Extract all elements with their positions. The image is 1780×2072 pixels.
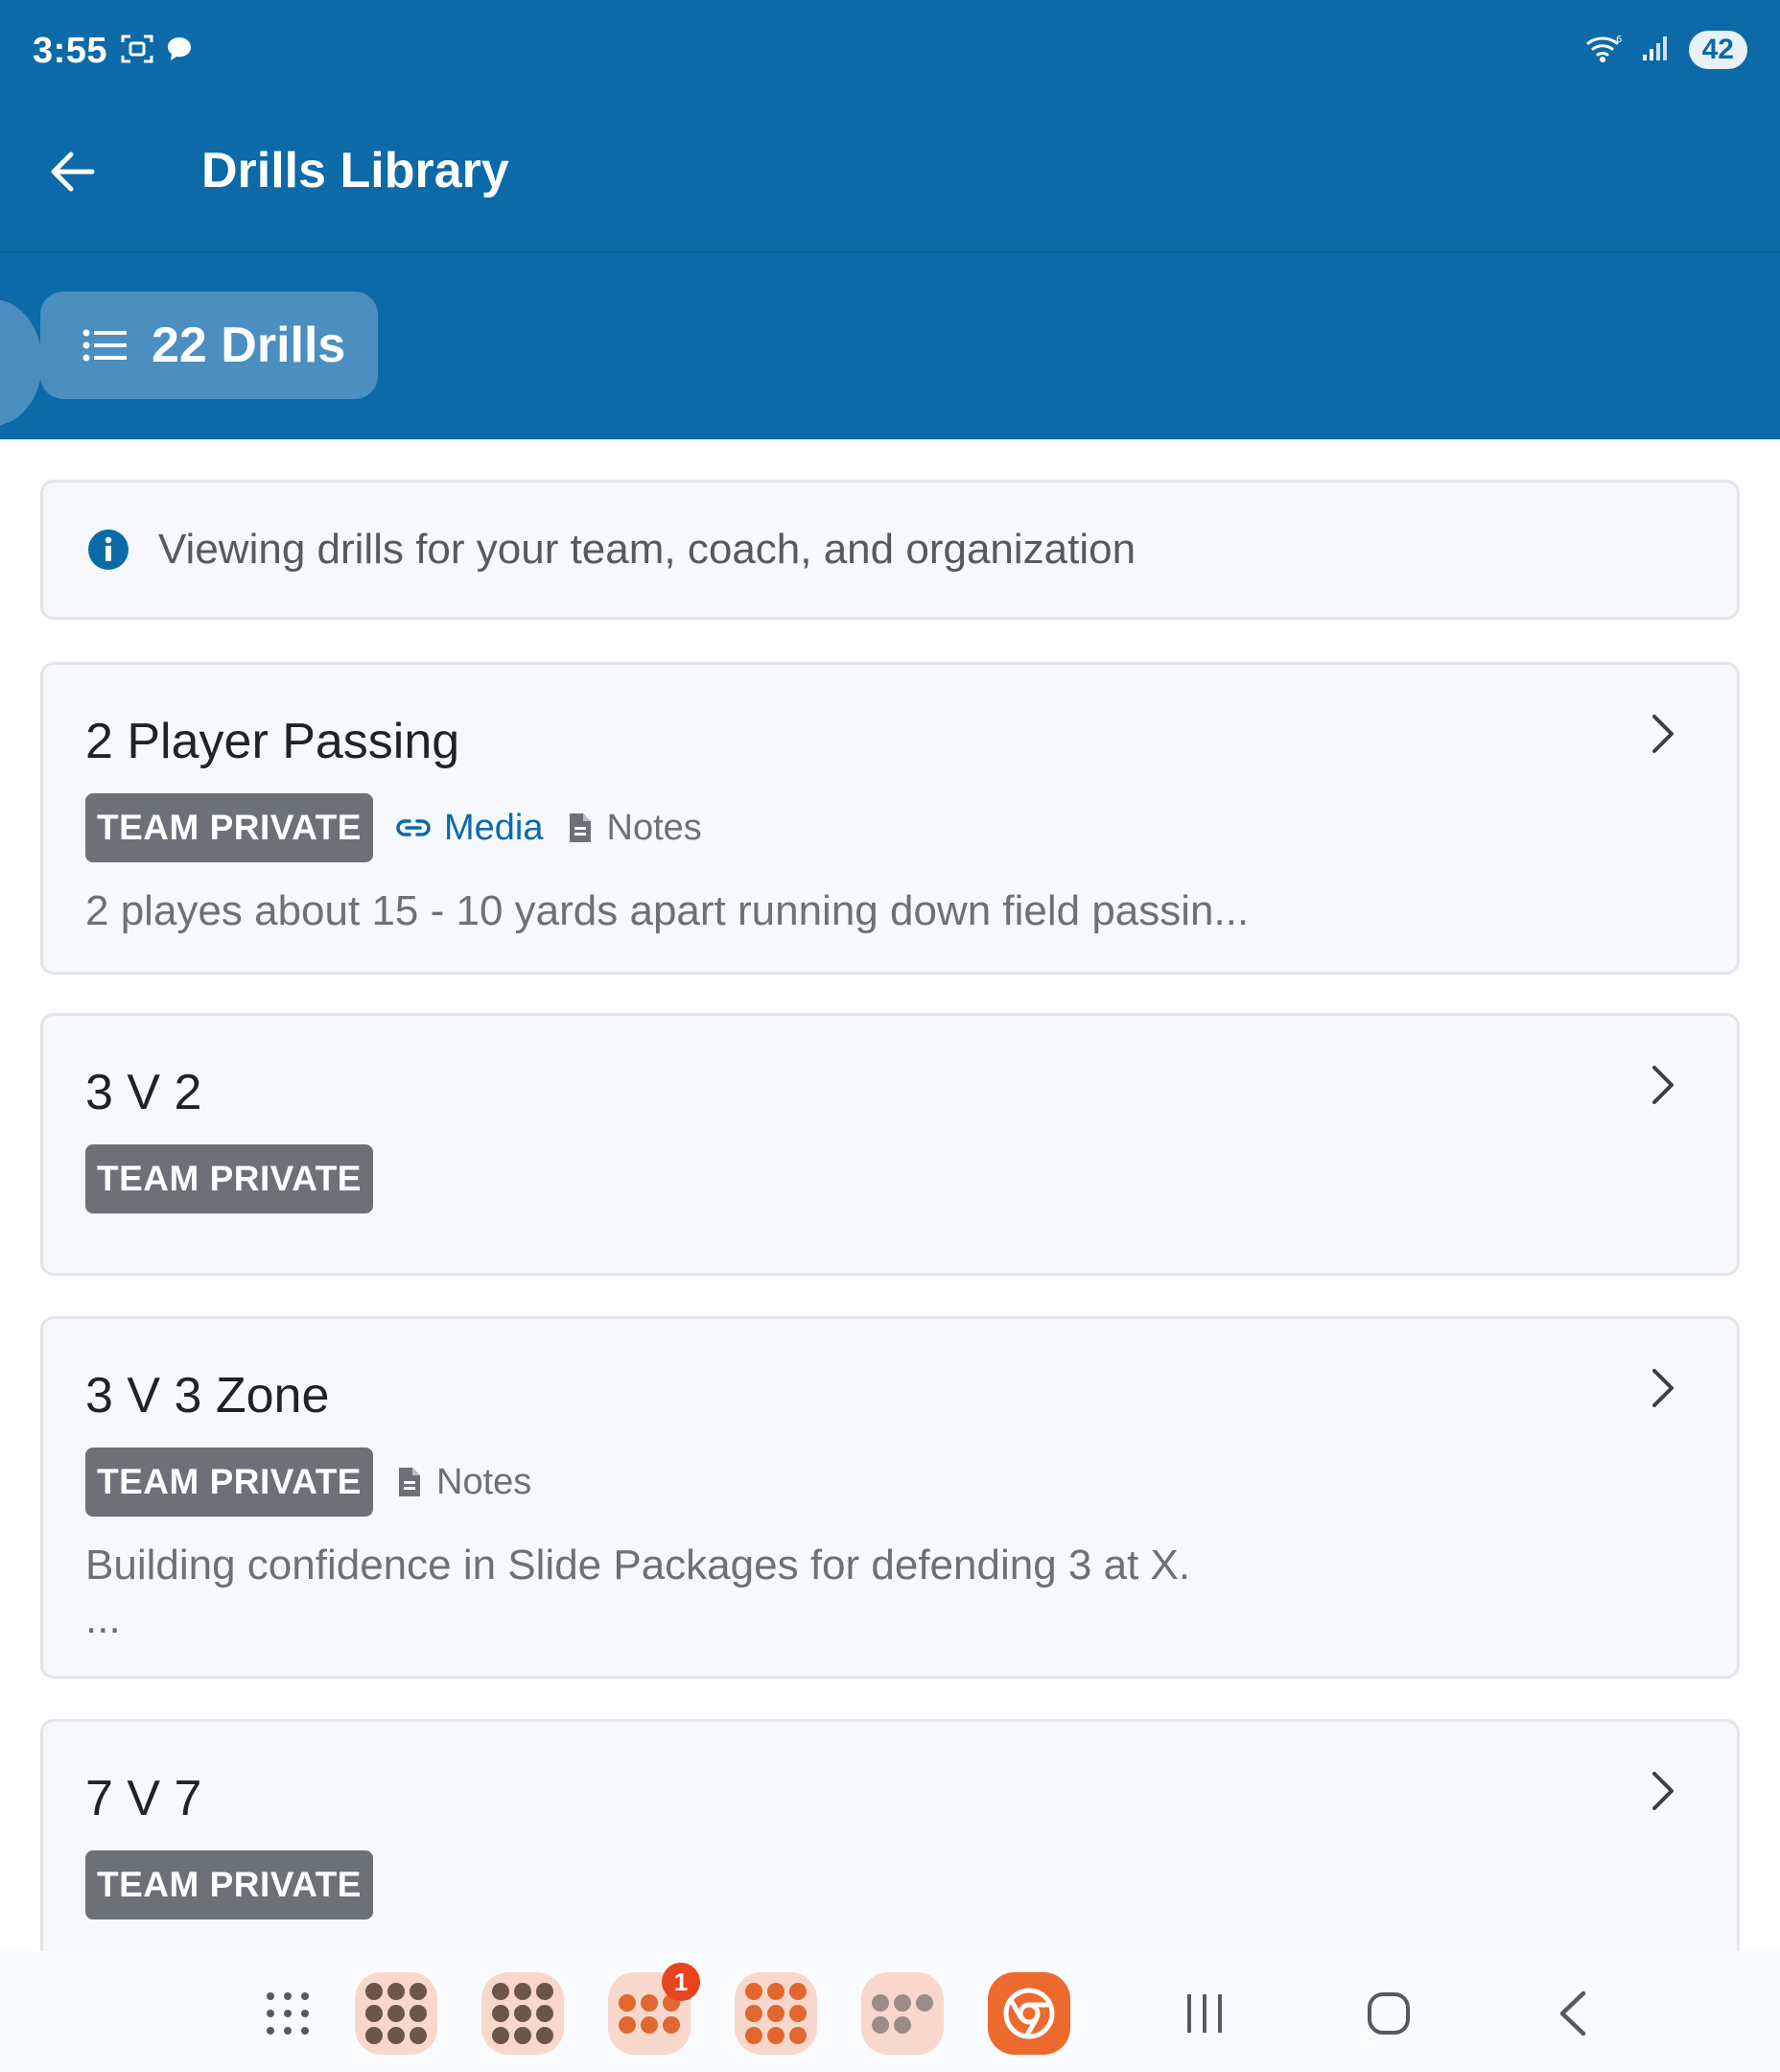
list-icon bbox=[82, 329, 127, 362]
drill-card-3-v-3-zone[interactable]: 3 V 3 Zone TEAM PRIVATE Notes Building c… bbox=[40, 1316, 1740, 1679]
system-nav-bar: 1 bbox=[0, 1951, 1780, 2072]
notes-label: Notes bbox=[436, 1461, 532, 1502]
chevron-right-icon bbox=[1652, 715, 1674, 753]
drill-title: 7 V 7 bbox=[85, 1771, 202, 1826]
visibility-badge: TEAM PRIVATE bbox=[85, 1850, 373, 1919]
screenshot-icon bbox=[121, 35, 153, 68]
apps-grid-icon[interactable] bbox=[259, 1972, 316, 2055]
document-icon bbox=[567, 812, 594, 844]
drill-title: 3 V 3 Zone bbox=[85, 1368, 330, 1424]
svg-text:6: 6 bbox=[1616, 35, 1622, 45]
app-folder-icon[interactable] bbox=[481, 1972, 564, 2055]
document-icon bbox=[396, 1466, 423, 1498]
chevron-right-icon bbox=[1652, 1066, 1674, 1104]
media-label: Media bbox=[444, 807, 544, 848]
app-folder-icon[interactable] bbox=[861, 1972, 944, 2055]
drill-title: 2 Player Passing bbox=[85, 714, 460, 769]
drill-card-2-player-passing[interactable]: 2 Player Passing TEAM PRIVATE Media Note… bbox=[40, 662, 1740, 975]
drill-title: 3 V 2 bbox=[85, 1065, 202, 1120]
drill-card-3-v-2[interactable]: 3 V 2 TEAM PRIVATE bbox=[40, 1013, 1740, 1276]
side-handle[interactable] bbox=[0, 299, 42, 426]
wifi-icon: 6 bbox=[1585, 33, 1624, 68]
recent-apps-button[interactable] bbox=[1176, 1972, 1233, 2055]
info-banner: Viewing drills for your team, coach, and… bbox=[40, 480, 1740, 620]
visibility-badge: TEAM PRIVATE bbox=[85, 1448, 373, 1517]
battery-indicator: 42 bbox=[1688, 31, 1747, 69]
drill-count-label: 22 Drills bbox=[152, 318, 346, 373]
drill-description: 2 playes about 15 - 10 yards apart runni… bbox=[85, 887, 1250, 934]
app-folder-icon[interactable]: 1 bbox=[608, 1963, 700, 2055]
drill-description: Building confidence in Slide Packages fo… bbox=[85, 1542, 1191, 1589]
info-text: Viewing drills for your team, coach, and… bbox=[158, 526, 1136, 573]
app-folder-icon[interactable] bbox=[355, 1972, 437, 2055]
app-folder-icon[interactable] bbox=[735, 1972, 817, 2055]
app-header: 3:55 6 42 Drills Library 22 Drills bbox=[0, 0, 1780, 439]
chevron-right-icon bbox=[1652, 1772, 1674, 1810]
chevron-right-icon bbox=[1652, 1369, 1674, 1407]
page-title: Drills Library bbox=[201, 143, 509, 199]
arrow-left-icon bbox=[51, 152, 95, 192]
chat-icon bbox=[165, 35, 194, 68]
notes-indicator: Notes bbox=[396, 1462, 531, 1503]
app-bar: Drills Library bbox=[0, 106, 1780, 253]
notes-indicator: Notes bbox=[567, 808, 702, 849]
back-button[interactable] bbox=[40, 140, 104, 203]
drill-description-more: ... bbox=[85, 1595, 121, 1642]
media-link[interactable]: Media bbox=[396, 808, 544, 849]
notification-badge: 1 bbox=[662, 1963, 700, 2001]
status-time: 3:55 bbox=[33, 31, 108, 71]
browser-icon[interactable] bbox=[988, 1972, 1070, 2055]
link-icon bbox=[396, 817, 431, 838]
signal-icon bbox=[1641, 34, 1672, 67]
system-back-button[interactable] bbox=[1544, 1972, 1602, 2055]
visibility-badge: TEAM PRIVATE bbox=[85, 1144, 373, 1213]
drill-count-button[interactable]: 22 Drills bbox=[40, 292, 378, 399]
visibility-badge: TEAM PRIVATE bbox=[85, 793, 373, 862]
status-bar: 3:55 6 42 bbox=[0, 0, 1780, 106]
notes-label: Notes bbox=[606, 807, 702, 848]
home-button[interactable] bbox=[1360, 1972, 1417, 2055]
info-circle-icon bbox=[87, 529, 129, 571]
